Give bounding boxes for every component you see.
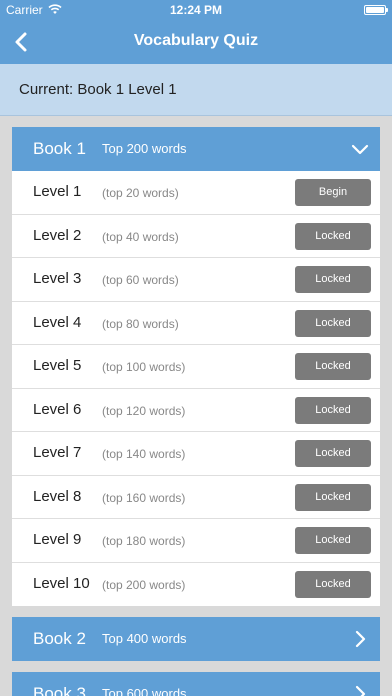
level-row: Level 8 (top 160 words) Locked — [12, 475, 380, 519]
level-name: Level 5 — [33, 357, 82, 374]
book-name: Book 3 — [33, 684, 86, 696]
locked-button[interactable]: Locked — [295, 527, 371, 554]
level-row: Level 1 (top 20 words) Begin — [12, 171, 380, 215]
level-description: (top 20 words) — [102, 186, 179, 200]
level-description: (top 180 words) — [102, 534, 186, 548]
battery-fill — [366, 7, 384, 13]
level-description: (top 60 words) — [102, 273, 179, 287]
battery-icon — [364, 5, 388, 15]
book-spacer — [12, 661, 380, 672]
book-spacer — [12, 606, 380, 617]
book-name: Book 1 — [33, 139, 86, 158]
level-row: Level 3 (top 60 words) Locked — [12, 258, 380, 302]
chevron-right-icon — [355, 630, 366, 648]
level-name: Level 9 — [33, 531, 82, 548]
book-header-3[interactable]: Book 3 Top 600 words — [12, 672, 380, 696]
level-name: Level 4 — [33, 313, 82, 331]
level-row: Level 10 (top 200 words) Locked — [12, 562, 380, 606]
level-list: Level 1 (top 20 words) Begin Level 2 (top 40… — [12, 171, 380, 606]
book-list: Book 1 Top 200 words Level 1 (top 20 words)… — [12, 127, 380, 696]
back-button[interactable] — [8, 28, 36, 56]
book-name: Book 2 — [33, 629, 86, 648]
status-bar: Carrier 12:24 PM — [0, 0, 392, 20]
level-row: Level 9 (top 180 words) Locked — [12, 519, 380, 563]
locked-button[interactable]: Locked — [295, 396, 371, 424]
level-description: (top 100 words) — [102, 360, 186, 374]
locked-button[interactable]: Locked — [295, 483, 371, 511]
begin-button[interactable]: Begin — [295, 179, 371, 206]
locked-button[interactable]: Locked — [295, 353, 371, 380]
locked-button[interactable]: Locked — [295, 570, 371, 598]
book-description: Top 400 words — [102, 631, 187, 646]
level-name: Level 3 — [33, 270, 82, 287]
chevron-right-icon — [355, 685, 366, 696]
level-name: Level 10 — [33, 574, 90, 592]
locked-button[interactable]: Locked — [295, 309, 371, 337]
book-header-2[interactable]: Book 2 Top 400 words — [12, 617, 380, 661]
current-level-text: Current: Book 1 Level 1 — [19, 81, 177, 98]
level-row: Level 6 (top 120 words) Locked — [12, 388, 380, 432]
level-name: Level 8 — [33, 487, 82, 505]
level-description: (top 40 words) — [102, 229, 179, 244]
level-row: Level 7 (top 140 words) Locked — [12, 432, 380, 476]
level-description: (top 120 words) — [102, 403, 186, 418]
level-description: (top 80 words) — [102, 316, 179, 331]
chevron-left-icon — [15, 32, 27, 52]
level-description: (top 200 words) — [102, 577, 186, 592]
level-name: Level 7 — [33, 444, 82, 461]
locked-button[interactable]: Locked — [295, 440, 371, 467]
level-description: (top 160 words) — [102, 490, 186, 505]
book-description: Top 200 words — [102, 141, 187, 156]
locked-button[interactable]: Locked — [295, 222, 371, 250]
level-description: (top 140 words) — [102, 447, 186, 461]
book-header-1[interactable]: Book 1 Top 200 words — [12, 127, 380, 171]
locked-button[interactable]: Locked — [295, 266, 371, 293]
chevron-down-icon — [351, 144, 369, 155]
current-progress-bar: Current: Book 1 Level 1 — [0, 64, 392, 116]
level-row: Level 2 (top 40 words) Locked — [12, 214, 380, 258]
status-time: 12:24 PM — [169, 3, 223, 17]
level-name: Level 2 — [33, 226, 82, 244]
book-description: Top 600 words — [102, 686, 187, 696]
level-row: Level 5 (top 100 words) Locked — [12, 345, 380, 389]
level-row: Level 4 (top 80 words) Locked — [12, 301, 380, 345]
level-name: Level 6 — [33, 400, 82, 418]
level-name: Level 1 — [33, 183, 82, 200]
page-title: Vocabulary Quiz — [133, 32, 259, 49]
navigation-bar: Vocabulary Quiz — [0, 20, 392, 64]
